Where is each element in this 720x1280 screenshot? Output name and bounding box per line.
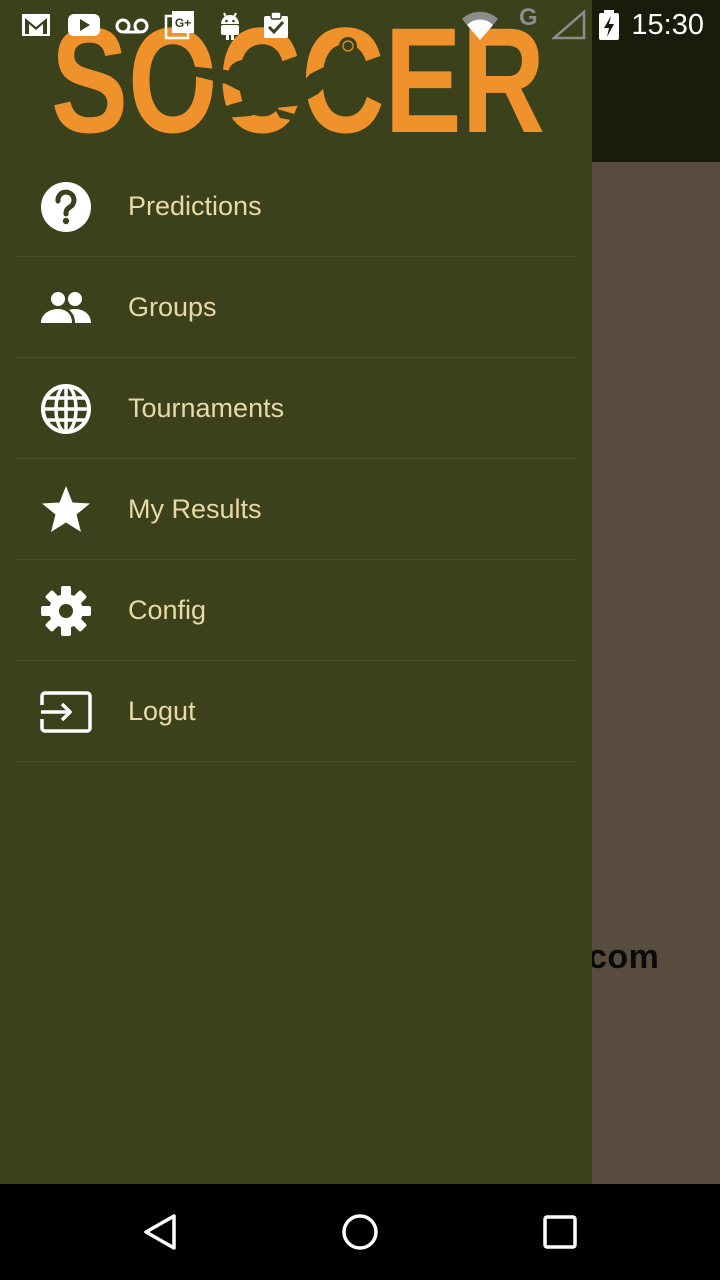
- logout-icon: [38, 684, 94, 740]
- gear-icon: [38, 583, 94, 639]
- recents-button[interactable]: [536, 1208, 584, 1256]
- help-circle-icon: [38, 179, 94, 235]
- menu-item-logout[interactable]: Logut: [0, 661, 592, 762]
- background-partial-text: com: [588, 938, 660, 976]
- menu-item-predictions[interactable]: Predictions: [0, 156, 592, 257]
- menu-label-config: Config: [128, 595, 207, 625]
- system-nav-bar: [0, 1184, 720, 1280]
- star-icon: [38, 482, 94, 538]
- cell-signal-icon: [552, 10, 586, 40]
- drawer-menu: Predictions Groups Tournaments My Result…: [0, 156, 592, 762]
- back-button[interactable]: [136, 1208, 184, 1256]
- people-icon: [38, 280, 94, 336]
- clipboard-check-icon: [264, 11, 288, 38]
- menu-label-groups: Groups: [128, 292, 217, 322]
- status-bar: G+ G 15:30: [0, 0, 720, 50]
- wifi-icon: [462, 11, 498, 40]
- menu-label-predictions: Predictions: [128, 191, 262, 221]
- svg-text:G+: G+: [175, 16, 191, 30]
- menu-item-my-results[interactable]: My Results: [0, 459, 592, 560]
- gmail-icon: [22, 14, 50, 36]
- status-time: 15:30: [631, 9, 704, 41]
- network-type-label: G: [519, 4, 538, 31]
- youtube-icon: [68, 14, 100, 36]
- battery-charging-icon: [599, 10, 619, 40]
- globe-icon: [38, 381, 94, 437]
- menu-label-tournaments: Tournaments: [128, 393, 285, 423]
- voicemail-icon: [115, 18, 149, 34]
- menu-item-config[interactable]: Config: [0, 560, 592, 661]
- google-plus-icon: G+: [164, 11, 194, 40]
- menu-item-groups[interactable]: Groups: [0, 257, 592, 358]
- menu-label-logout: Logut: [128, 696, 196, 726]
- menu-label-my-results: My Results: [128, 494, 262, 524]
- home-button[interactable]: [336, 1208, 384, 1256]
- navigation-drawer: SOCCER Predictions Groups Tournaments My…: [0, 0, 592, 1184]
- android-icon: [221, 12, 239, 40]
- menu-item-tournaments[interactable]: Tournaments: [0, 358, 592, 459]
